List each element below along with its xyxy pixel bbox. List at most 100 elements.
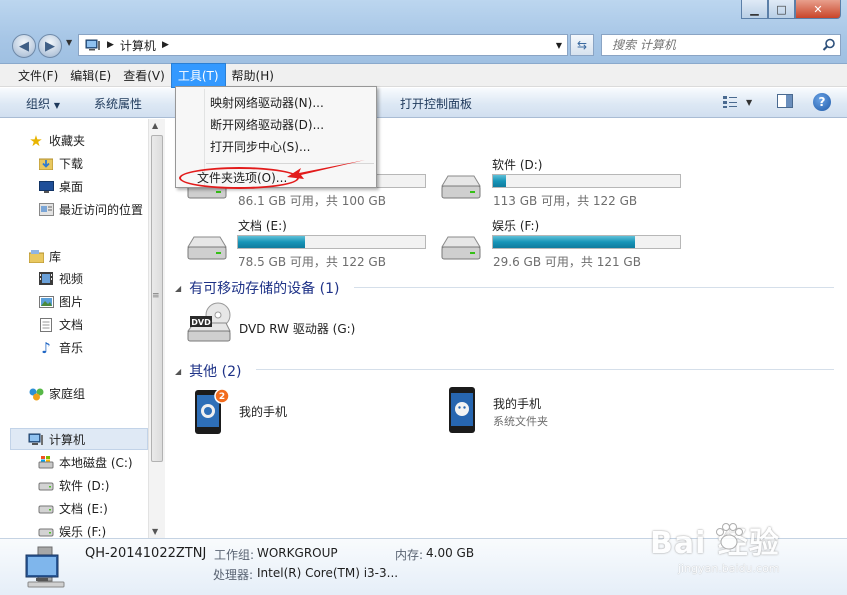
open-control-panel-button[interactable]: 打开控制面板 [400, 95, 472, 112]
menu-edit[interactable]: 编辑(E) [64, 64, 117, 87]
drive-f-name[interactable]: 娱乐 (F:) [492, 217, 539, 234]
sidebar-item-computer[interactable]: 计算机 [10, 428, 148, 450]
help-button[interactable]: ? [813, 93, 831, 111]
processor-label: 处理器: [213, 568, 254, 582]
memory-label: 内存: [395, 548, 424, 562]
drive-d-name[interactable]: 软件 (D:) [492, 156, 542, 173]
refresh-button[interactable]: ⇆ [570, 34, 594, 56]
breadcrumb-computer[interactable]: 计算机 [120, 37, 156, 54]
sidebar-item-desktop[interactable]: 桌面 [38, 178, 83, 195]
sidebar-item-downloads[interactable]: 下载 [38, 155, 83, 172]
collapse-triangle-icon[interactable]: ◢ [175, 367, 181, 376]
close-button[interactable]: ✕ [795, 0, 841, 19]
chevron-down-icon[interactable]: ▼ [746, 98, 752, 107]
command-bar: 组织 ▼ 系统属性 打开控制面板 ▼ ? [0, 88, 847, 118]
menu-item-disconnect-network-drive[interactable]: 断开网络驱动器(D)... [210, 116, 324, 133]
breadcrumb-separator-icon[interactable]: ▶ [162, 40, 169, 50]
title-bar: ▁ □ ✕ ◀ ▶ ▼ ▶ 计算机 ▶ ▼ ⇆ [0, 0, 847, 64]
forward-button[interactable]: ▶ [38, 34, 62, 58]
my-phone-2-name[interactable]: 我的手机 [493, 395, 541, 412]
sidebar-item-recent-places[interactable]: 最近访问的位置 [38, 201, 143, 218]
change-view-button[interactable]: ▼ [722, 95, 752, 109]
breadcrumb-separator-icon[interactable]: ▶ [107, 40, 114, 50]
scroll-up-icon[interactable]: ▲ [152, 121, 158, 130]
drive-d-free-space: 113 GB 可用，共 122 GB [493, 194, 638, 208]
sidebar-item-homegroup[interactable]: 家庭组 [28, 385, 85, 402]
group-divider [354, 287, 834, 288]
hard-drive-icon [441, 175, 481, 199]
scroll-down-icon[interactable]: ▼ [152, 527, 158, 536]
collapse-triangle-icon[interactable]: ◢ [175, 284, 181, 293]
windows-drive-icon [38, 456, 54, 470]
menu-item-map-network-drive[interactable]: 映射网络驱动器(N)... [210, 94, 324, 111]
sidebar-item-music[interactable]: ♪ 音乐 [38, 339, 83, 357]
sidebar-item-documents[interactable]: 文档 [38, 316, 83, 333]
organize-button[interactable]: 组织 ▼ [26, 95, 60, 112]
arrow-left-icon: ◀ [19, 38, 29, 54]
my-phone-1-name[interactable]: 我的手机 [239, 403, 287, 420]
group-divider [256, 369, 834, 370]
star-icon: ★ [29, 131, 43, 150]
group-header-other[interactable]: ◢ 其他 (2) [175, 361, 241, 381]
homegroup-icon [28, 387, 44, 401]
maximize-button[interactable]: □ [768, 0, 795, 19]
sidebar-item-videos[interactable]: 视频 [38, 270, 83, 287]
menu-item-sync-center[interactable]: 打开同步中心(S)... [210, 138, 310, 155]
workgroup-value: WORKGROUP [257, 546, 338, 560]
hard-drive-icon [187, 236, 227, 260]
view-details-icon [723, 96, 737, 108]
help-icon: ? [818, 95, 826, 109]
menu-file[interactable]: 文件(F) [12, 64, 64, 87]
sidebar-item-favorites[interactable]: ★ 收藏夹 [28, 131, 85, 150]
drive-e-free-space: 78.5 GB 可用，共 122 GB [238, 255, 386, 269]
sidebar-scrollbar[interactable]: ▲ ≡ ▼ [148, 119, 165, 538]
preview-pane-button[interactable] [777, 94, 793, 108]
drive-e-usage-bar [237, 235, 426, 249]
group-header-removable[interactable]: ◢ 有可移动存储的设备 (1) [175, 278, 339, 298]
workgroup-label: 工作组: [214, 548, 255, 562]
computer-icon [25, 546, 65, 588]
menu-view[interactable]: 查看(V) [117, 64, 171, 87]
memory-value: 4.00 GB [426, 546, 475, 560]
search-input[interactable] [602, 38, 812, 52]
computer-icon [85, 39, 100, 51]
sidebar-item-libraries[interactable]: 库 [28, 248, 61, 265]
search-box[interactable] [601, 34, 841, 56]
recent-pages-dropdown[interactable]: ▼ [66, 38, 72, 47]
drive-usage-fill [238, 236, 306, 248]
pictures-icon [38, 295, 54, 309]
desktop-icon [38, 180, 54, 194]
hard-drive-icon [38, 502, 54, 516]
address-bar[interactable]: ▶ 计算机 ▶ ▼ [78, 34, 568, 56]
drive-f-free-space: 29.6 GB 可用，共 121 GB [493, 255, 641, 269]
sidebar-item-drive-e[interactable]: 文档 (E:) [38, 500, 108, 517]
sidebar-item-drive-d[interactable]: 软件 (D:) [38, 477, 109, 494]
video-icon [38, 272, 54, 286]
watermark-url: jingyan.baidu.com [678, 562, 780, 575]
search-icon[interactable] [822, 38, 836, 52]
annotation-circle [179, 167, 299, 189]
system-properties-button[interactable]: 系统属性 [94, 95, 142, 112]
hard-drive-icon [441, 236, 481, 260]
minimize-button[interactable]: ▁ [741, 0, 768, 19]
menu-tools[interactable]: 工具(T) [170, 62, 226, 88]
sidebar-item-drive-c[interactable]: 本地磁盘 (C:) [38, 454, 133, 471]
downloads-folder-icon [38, 157, 54, 171]
recent-places-icon [38, 203, 54, 217]
computer-icon [28, 432, 44, 446]
paw-logo-icon [716, 523, 743, 550]
address-dropdown-icon[interactable]: ▼ [556, 41, 562, 50]
baidu-watermark: Bai 经验 jingyan.baidu.com [648, 518, 838, 588]
processor-value: Intel(R) Core(TM) i3-3... [257, 566, 399, 580]
menu-help[interactable]: 帮助(H) [226, 64, 280, 87]
drive-usage-fill [493, 175, 507, 187]
dvd-drive-name[interactable]: DVD RW 驱动器 (G:) [239, 320, 355, 337]
notification-badge: 2 [219, 392, 225, 402]
libraries-icon [28, 250, 44, 264]
drive-c-free-space: 86.1 GB 可用，共 100 GB [238, 194, 386, 208]
hard-drive-icon [38, 479, 54, 493]
back-button[interactable]: ◀ [12, 34, 36, 58]
sidebar-item-pictures[interactable]: 图片 [38, 293, 83, 310]
computer-name: QH-20141022ZTNJ [85, 546, 207, 561]
drive-e-name[interactable]: 文档 (E:) [238, 217, 287, 234]
